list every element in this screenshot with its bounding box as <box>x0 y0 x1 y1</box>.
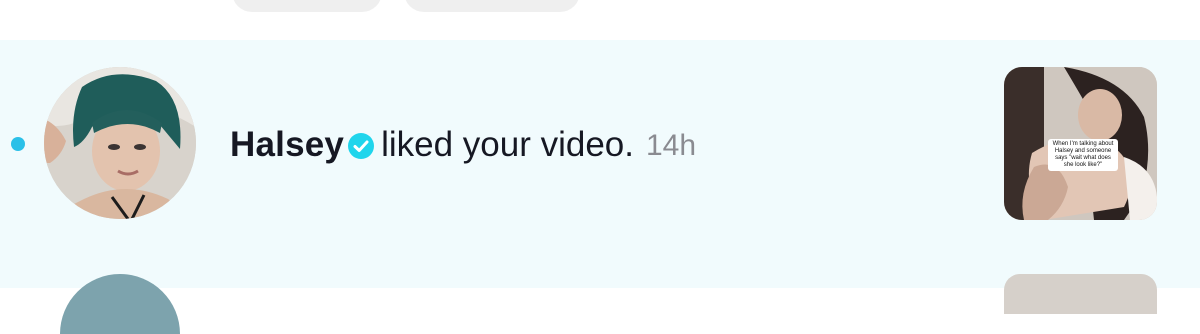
verified-badge-icon <box>347 132 375 160</box>
filter-bar <box>0 0 1200 40</box>
filter-chip[interactable] <box>232 0 382 12</box>
avatar[interactable] <box>44 67 196 219</box>
video-thumbnail[interactable] <box>1004 274 1157 314</box>
video-thumbnail[interactable]: When I'm talking about Halsey and someon… <box>1004 67 1157 220</box>
notification-row[interactable]: Halsey liked your video. 14h When I'm ta… <box>0 40 1200 288</box>
timestamp: 14h <box>645 129 697 162</box>
notification-text: Halsey liked your video. 14h <box>230 124 696 166</box>
user-name[interactable]: Halsey <box>230 125 344 165</box>
thumbnail-caption: When I'm talking about Halsey and someon… <box>1048 139 1118 171</box>
unread-dot-icon <box>11 137 25 151</box>
action-text: liked your video. <box>381 125 634 164</box>
filter-chip[interactable] <box>404 0 580 12</box>
